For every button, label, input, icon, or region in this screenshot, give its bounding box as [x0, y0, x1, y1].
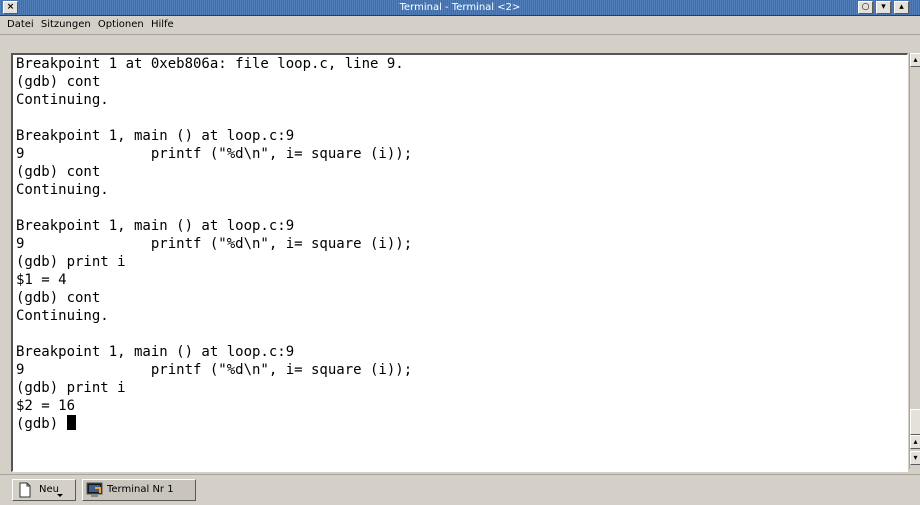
terminal-prompt-line[interactable]: (gdb) — [13, 415, 907, 433]
menu-optionen[interactable]: Optionen — [98, 19, 144, 30]
terminal-line: Breakpoint 1 at 0xeb806a: file loop.c, l… — [16, 56, 404, 72]
new-session-button[interactable]: Neu — [12, 479, 76, 501]
prompt-text: (gdb) — [16, 416, 67, 432]
terminal-line: (gdb) print i — [16, 254, 126, 270]
terminal-window: × Terminal - Terminal <2> ○ ▾ ▴ Datei Si… — [0, 0, 920, 505]
window-title: Terminal - Terminal <2> — [399, 2, 521, 13]
terminal-line: 9 printf ("%d\n", i= square (i)); — [16, 146, 413, 162]
terminal-output[interactable]: Breakpoint 1 at 0xeb806a: file loop.c, l… — [11, 53, 908, 472]
scroll-down-button[interactable]: ▾ — [910, 451, 920, 465]
terminal-line: $1 = 4 — [16, 272, 67, 288]
scroll-thumb[interactable] — [910, 409, 920, 435]
menu-hilfe[interactable]: Hilfe — [151, 19, 174, 30]
new-session-label: Neu — [39, 484, 59, 495]
maximize-button[interactable]: ▴ — [894, 1, 909, 14]
chevron-down-icon — [57, 494, 63, 497]
terminal-line: (gdb) cont — [16, 74, 101, 90]
terminal-line: 9 printf ("%d\n", i= square (i)); — [16, 236, 413, 252]
terminal-line: 9 printf ("%d\n", i= square (i)); — [16, 362, 413, 378]
terminal-line: Continuing. — [16, 182, 109, 198]
minimize-button[interactable]: ▾ — [876, 1, 891, 14]
scroll-up-button-lower[interactable]: ▴ — [910, 435, 920, 449]
sticky-button[interactable]: ○ — [858, 1, 873, 14]
terminal-line: (gdb) cont — [16, 290, 101, 306]
menu-bar: Datei Sitzungen Optionen Hilfe — [0, 16, 920, 35]
terminal-line: $2 = 16 — [16, 398, 76, 414]
new-document-icon — [19, 482, 31, 498]
tab-terminal-1-label: Terminal Nr 1 — [107, 484, 174, 495]
terminal-line: Breakpoint 1, main () at loop.c:9 — [16, 344, 295, 360]
menu-datei[interactable]: Datei — [7, 19, 34, 30]
terminal-line: Breakpoint 1, main () at loop.c:9 — [16, 128, 295, 144]
terminal-icon — [86, 482, 103, 497]
terminal-line: Breakpoint 1, main () at loop.c:9 — [16, 218, 295, 234]
terminal-line: (gdb) print i — [16, 380, 126, 396]
text-cursor — [66, 415, 76, 430]
terminal-line: (gdb) cont — [16, 164, 101, 180]
terminal-line: Continuing. — [16, 92, 109, 108]
terminal-line: Continuing. — [16, 308, 109, 324]
tab-terminal-1[interactable]: Terminal Nr 1 — [82, 479, 196, 501]
scroll-up-button[interactable]: ▴ — [910, 53, 920, 67]
vertical-scrollbar[interactable]: ▴ ▴ ▾ — [909, 53, 920, 469]
menu-sitzungen[interactable]: Sitzungen — [41, 19, 91, 30]
session-tab-bar: Neu Terminal Nr 1 — [0, 474, 920, 505]
title-bar[interactable]: × Terminal - Terminal <2> ○ ▾ ▴ — [0, 0, 920, 16]
